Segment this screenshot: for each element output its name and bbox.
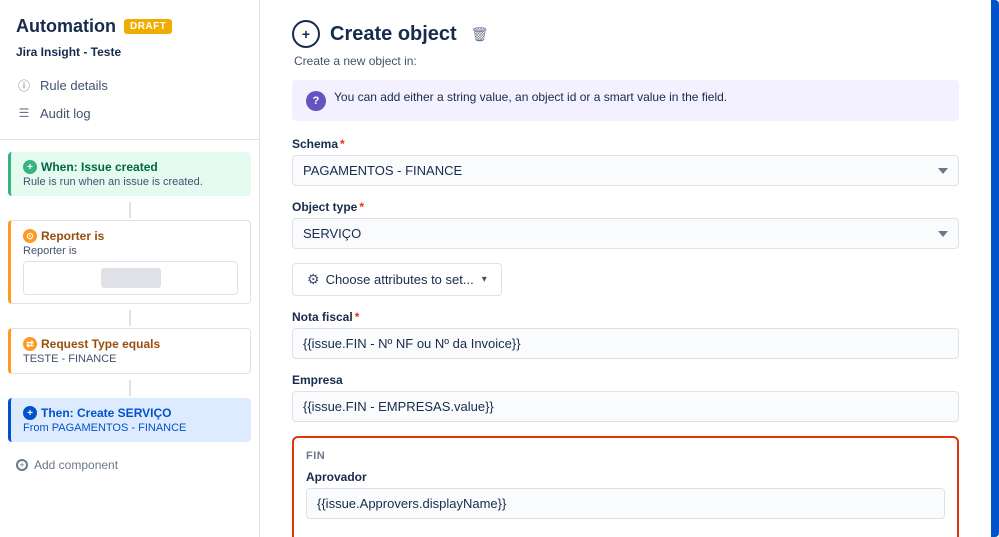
- aprovador-input[interactable]: [306, 488, 945, 519]
- condition-icon: ⊙: [23, 229, 37, 243]
- connector-3: [8, 378, 251, 398]
- condition-box: [23, 261, 238, 295]
- header-plus: +: [302, 26, 310, 42]
- gear-icon: ⚙: [307, 271, 320, 288]
- flow-items: + When: Issue created Rule is run when a…: [0, 152, 259, 446]
- condition-title-text: Reporter is: [41, 229, 104, 243]
- project-name: Jira Insight - Teste: [0, 41, 259, 71]
- trigger-subtitle: Rule is run when an issue is created.: [23, 176, 239, 188]
- draft-badge: DRAFT: [124, 19, 172, 34]
- chevron-down-icon: ▾: [482, 274, 487, 285]
- choose-attributes-button[interactable]: ⚙ Choose attributes to set... ▾: [292, 263, 502, 296]
- add-component-label: Add component: [34, 458, 118, 472]
- filter-title: ⇄ Request Type equals: [23, 337, 238, 351]
- filter-title-text: Request Type equals: [41, 337, 160, 351]
- highlighted-section-label: FIN: [306, 450, 945, 462]
- add-component-button[interactable]: + Add component: [0, 450, 259, 480]
- aprovador-label-text: Aprovador: [306, 470, 367, 484]
- object-type-label-text: Object type: [292, 200, 357, 214]
- doc-icon: ☰: [16, 105, 32, 121]
- schema-required: *: [340, 137, 345, 151]
- section-subtitle: Create a new object in:: [292, 54, 959, 68]
- nota-fiscal-required: *: [355, 310, 360, 324]
- header-icon: +: [292, 20, 320, 48]
- choose-attributes-label: Choose attributes to set...: [326, 272, 474, 287]
- audit-log-label: Audit log: [40, 106, 91, 121]
- empresa-input[interactable]: [292, 391, 959, 422]
- flow-condition[interactable]: ⊙ Reporter is Reporter is: [8, 220, 251, 304]
- condition-title: ⊙ Reporter is: [23, 229, 238, 243]
- aprovador-label: Aprovador: [306, 470, 945, 484]
- object-type-group: Object type* SERVIÇO: [292, 200, 959, 249]
- action-subtitle: From PAGAMENTOS - FINANCE: [23, 422, 239, 434]
- trigger-title-text: When: Issue created: [41, 160, 158, 174]
- info-box-icon: ?: [306, 91, 326, 111]
- schema-label: Schema*: [292, 137, 959, 151]
- nota-fiscal-label-text: Nota fiscal: [292, 310, 353, 324]
- info-icon: ⓘ: [16, 77, 32, 93]
- add-component-icon: +: [16, 459, 28, 471]
- object-type-label: Object type*: [292, 200, 959, 214]
- rule-details-label: Rule details: [40, 78, 108, 93]
- sidebar-divider: [0, 139, 259, 140]
- main-content: + Create object 🗑 Create a new object in…: [260, 0, 991, 537]
- object-type-required: *: [359, 200, 364, 214]
- app-container: Automation DRAFT Jira Insight - Teste ⓘ …: [0, 0, 999, 537]
- sidebar-item-audit-log[interactable]: ☰ Audit log: [0, 99, 259, 127]
- app-title-text: Automation: [16, 16, 116, 37]
- schema-select[interactable]: PAGAMENTOS - FINANCE: [292, 155, 959, 186]
- action-plus-icon: +: [23, 406, 37, 420]
- connector-line-3: [129, 380, 131, 396]
- aprovador-group: Aprovador: [306, 470, 945, 519]
- sidebar-item-rule-details[interactable]: ⓘ Rule details: [0, 71, 259, 99]
- empresa-label: Empresa: [292, 373, 959, 387]
- flow-filter[interactable]: ⇄ Request Type equals TESTE - FINANCE: [8, 328, 251, 374]
- flow-trigger[interactable]: + When: Issue created Rule is run when a…: [8, 152, 251, 196]
- delete-button[interactable]: 🗑: [471, 26, 489, 43]
- nota-fiscal-input[interactable]: [292, 328, 959, 359]
- schema-label-text: Schema: [292, 137, 338, 151]
- trigger-plus-icon: +: [23, 160, 37, 174]
- action-title-text: Then: Create SERVIÇO: [41, 406, 171, 420]
- right-accent-bar: [991, 0, 999, 537]
- info-box-text: You can add either a string value, an ob…: [334, 90, 727, 104]
- connector-1: [8, 200, 251, 220]
- empresa-group: Empresa: [292, 373, 959, 422]
- highlighted-section: FIN Aprovador: [292, 436, 959, 537]
- section-header: + Create object 🗑: [292, 20, 959, 48]
- nota-fiscal-group: Nota fiscal*: [292, 310, 959, 359]
- app-title: Automation DRAFT: [0, 16, 259, 41]
- trigger-title: + When: Issue created: [23, 160, 239, 174]
- schema-group: Schema* PAGAMENTOS - FINANCE: [292, 137, 959, 186]
- filter-subtitle: TESTE - FINANCE: [23, 353, 238, 365]
- action-title: + Then: Create SERVIÇO: [23, 406, 239, 420]
- empresa-label-text: Empresa: [292, 373, 343, 387]
- nota-fiscal-label: Nota fiscal*: [292, 310, 959, 324]
- filter-icon: ⇄: [23, 337, 37, 351]
- connector-line-2: [129, 310, 131, 326]
- condition-box-inner: [101, 268, 161, 288]
- flow-action[interactable]: + Then: Create SERVIÇO From PAGAMENTOS -…: [8, 398, 251, 442]
- section-title: Create object: [330, 23, 457, 46]
- connector-line: [129, 202, 131, 218]
- sidebar: Automation DRAFT Jira Insight - Teste ⓘ …: [0, 0, 260, 537]
- info-box: ? You can add either a string value, an …: [292, 80, 959, 121]
- object-type-select[interactable]: SERVIÇO: [292, 218, 959, 249]
- condition-subtitle: Reporter is: [23, 245, 238, 257]
- connector-2: [8, 308, 251, 328]
